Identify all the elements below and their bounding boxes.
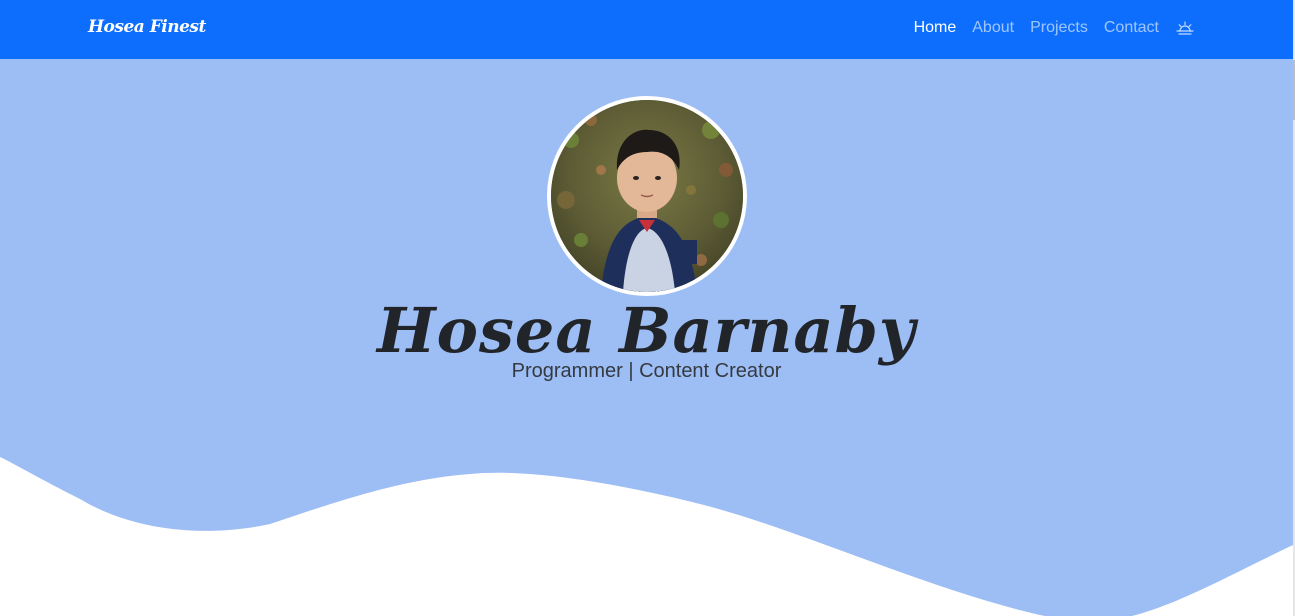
navbar: Hosea Finest Home About Projects Contact — [0, 0, 1293, 59]
brand-logo[interactable]: Hosea Finest — [88, 17, 206, 37]
nav-link-projects[interactable]: Projects — [1030, 18, 1088, 38]
nav-link-home[interactable]: Home — [914, 18, 957, 38]
nav-link-about[interactable]: About — [972, 18, 1014, 38]
nav-link-contact[interactable]: Contact — [1104, 18, 1159, 38]
nav-links: Home About Projects Contact — [914, 18, 1195, 38]
hero-subtitle: Programmer | Content Creator — [511, 360, 782, 382]
sunrise-icon[interactable] — [1175, 18, 1195, 38]
hero-name: Hosea Barnaby — [377, 294, 916, 367]
profile-photo — [547, 96, 747, 296]
